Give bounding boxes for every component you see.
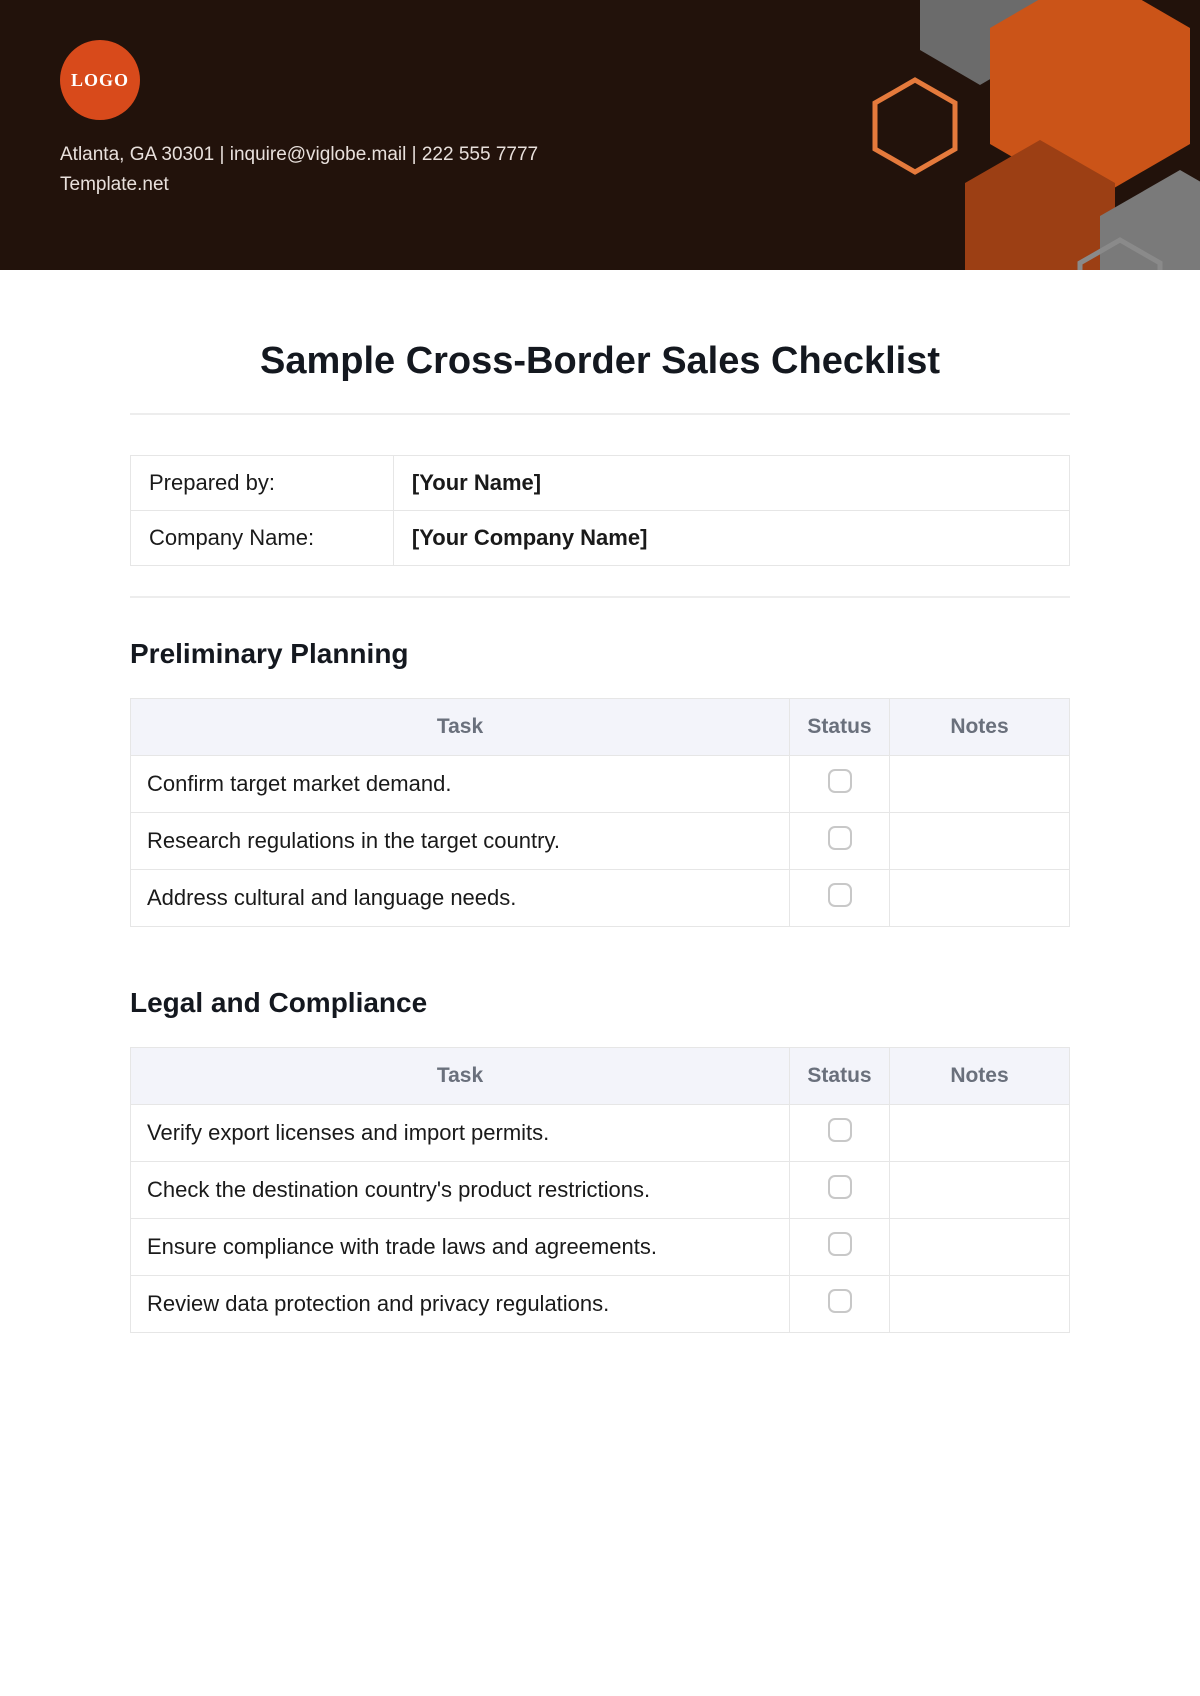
- notes-cell[interactable]: [890, 1162, 1070, 1219]
- col-notes: Notes: [890, 1048, 1070, 1105]
- col-task: Task: [131, 699, 790, 756]
- table-row: Verify export licenses and import permit…: [131, 1105, 1070, 1162]
- status-checkbox[interactable]: [828, 769, 852, 793]
- decorative-hexagons: [560, 0, 1200, 270]
- logo-text: LOGO: [71, 70, 129, 91]
- task-text: Research regulations in the target count…: [131, 813, 790, 870]
- page-title: Sample Cross-Border Sales Checklist: [130, 340, 1070, 383]
- status-checkbox[interactable]: [828, 883, 852, 907]
- col-task: Task: [131, 1048, 790, 1105]
- col-status: Status: [790, 699, 890, 756]
- notes-cell[interactable]: [890, 1276, 1070, 1333]
- task-text: Address cultural and language needs.: [131, 870, 790, 927]
- task-table-preliminary: Task Status Notes Confirm target market …: [130, 698, 1070, 927]
- info-table: Prepared by: [Your Name] Company Name: […: [130, 455, 1070, 566]
- company-name-label: Company Name:: [131, 511, 394, 566]
- divider: [130, 596, 1070, 598]
- task-text: Check the destination country's product …: [131, 1162, 790, 1219]
- notes-cell[interactable]: [890, 1219, 1070, 1276]
- col-status: Status: [790, 1048, 890, 1105]
- task-text: Ensure compliance with trade laws and ag…: [131, 1219, 790, 1276]
- prepared-by-label: Prepared by:: [131, 456, 394, 511]
- table-row: Confirm target market demand.: [131, 756, 1070, 813]
- task-text: Review data protection and privacy regul…: [131, 1276, 790, 1333]
- task-text: Verify export licenses and import permit…: [131, 1105, 790, 1162]
- notes-cell[interactable]: [890, 870, 1070, 927]
- notes-cell[interactable]: [890, 813, 1070, 870]
- status-checkbox[interactable]: [828, 1232, 852, 1256]
- table-row: Address cultural and language needs.: [131, 870, 1070, 927]
- notes-cell[interactable]: [890, 1105, 1070, 1162]
- section-heading: Preliminary Planning: [130, 638, 1070, 670]
- divider: [130, 413, 1070, 415]
- status-checkbox[interactable]: [828, 826, 852, 850]
- company-name-value[interactable]: [Your Company Name]: [393, 511, 1069, 566]
- document-header: LOGO Atlanta, GA 30301 | inquire@viglobe…: [0, 0, 1200, 270]
- table-row: Prepared by: [Your Name]: [131, 456, 1070, 511]
- task-table-legal: Task Status Notes Verify export licenses…: [130, 1047, 1070, 1333]
- status-checkbox[interactable]: [828, 1118, 852, 1142]
- task-text: Confirm target market demand.: [131, 756, 790, 813]
- section-heading: Legal and Compliance: [130, 987, 1070, 1019]
- status-checkbox[interactable]: [828, 1175, 852, 1199]
- logo: LOGO: [60, 40, 140, 120]
- table-row: Company Name: [Your Company Name]: [131, 511, 1070, 566]
- status-checkbox[interactable]: [828, 1289, 852, 1313]
- col-notes: Notes: [890, 699, 1070, 756]
- notes-cell[interactable]: [890, 756, 1070, 813]
- document-body: Sample Cross-Border Sales Checklist Prep…: [0, 270, 1200, 1393]
- table-row: Ensure compliance with trade laws and ag…: [131, 1219, 1070, 1276]
- table-row: Review data protection and privacy regul…: [131, 1276, 1070, 1333]
- table-row: Check the destination country's product …: [131, 1162, 1070, 1219]
- prepared-by-value[interactable]: [Your Name]: [393, 456, 1069, 511]
- table-row: Research regulations in the target count…: [131, 813, 1070, 870]
